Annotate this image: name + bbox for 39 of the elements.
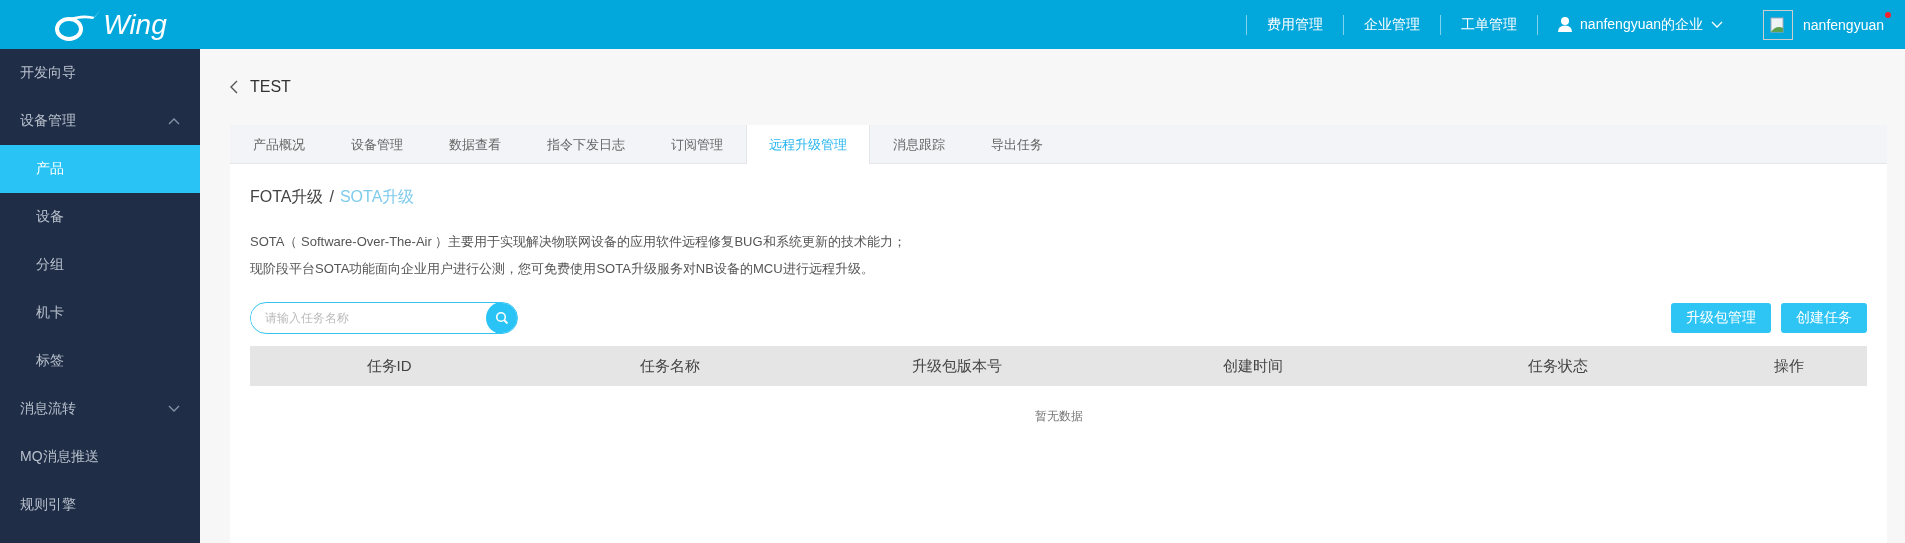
tab[interactable]: 设备管理 — [328, 125, 426, 164]
search-icon — [495, 311, 509, 325]
sidebar-item[interactable]: 消息流转 — [0, 385, 200, 433]
column-header: 任务名称 — [638, 355, 701, 376]
tab[interactable]: 导出任务 — [968, 125, 1066, 164]
sidebar-subitem[interactable]: 设备 — [0, 193, 200, 241]
chevron-icon — [168, 117, 180, 125]
sidebar-item[interactable]: MQ消息推送 — [0, 433, 200, 481]
sidebar-subitem[interactable]: 机卡 — [0, 289, 200, 337]
avatar[interactable] — [1763, 9, 1794, 40]
sidebar-item[interactable]: 设备管理 — [0, 97, 200, 145]
separator: / — [329, 188, 334, 206]
sidebar-subitem[interactable]: 标签 — [0, 337, 200, 385]
tab[interactable]: 指令下发日志 — [524, 125, 648, 164]
sidebar-item[interactable]: 开发向导 — [0, 49, 200, 97]
chevron-icon — [168, 405, 180, 413]
chevron-icon — [1711, 20, 1724, 29]
column-header: 任务ID — [365, 355, 413, 376]
page-title: TEST — [250, 78, 291, 96]
back-icon[interactable] — [230, 80, 238, 94]
user-icon — [1558, 17, 1573, 32]
search-field[interactable]: 请输入任务名称 — [250, 302, 518, 334]
tab[interactable]: 数据查看 — [426, 125, 524, 164]
broken-image-icon — [1770, 16, 1787, 33]
column-header: 升级包版本号 — [910, 355, 1003, 376]
upgrade-type-link[interactable]: FOTA升级 — [250, 186, 324, 208]
column-header: 操作 — [1773, 355, 1806, 376]
column-header: 任务状态 — [1527, 355, 1590, 376]
sidebar-subitem[interactable]: 分组 — [0, 241, 200, 289]
tab[interactable]: 产品概况 — [230, 125, 328, 164]
description-text: SOTA（ Software-Over-The-Air ）主要用于实现解决物联网设备的应用软件远程修复BUG和系统更新的技术能力； — [250, 233, 907, 251]
tab[interactable]: 订阅管理 — [648, 125, 746, 164]
logo-text: Wing — [103, 8, 167, 41]
tab[interactable]: 消息跟踪 — [870, 125, 968, 164]
description-text: 现阶段平台SOTA功能面向企业用户进行公测，您可免费使用SOTA升级服务对NB设备的MCU进行远程升级。 — [250, 260, 875, 278]
empty-text: 暂无数据 — [1034, 409, 1083, 423]
search-button[interactable] — [486, 303, 517, 333]
column-header: 创建时间 — [1222, 355, 1285, 376]
sidebar-item[interactable]: 规则引擎 — [0, 481, 200, 529]
